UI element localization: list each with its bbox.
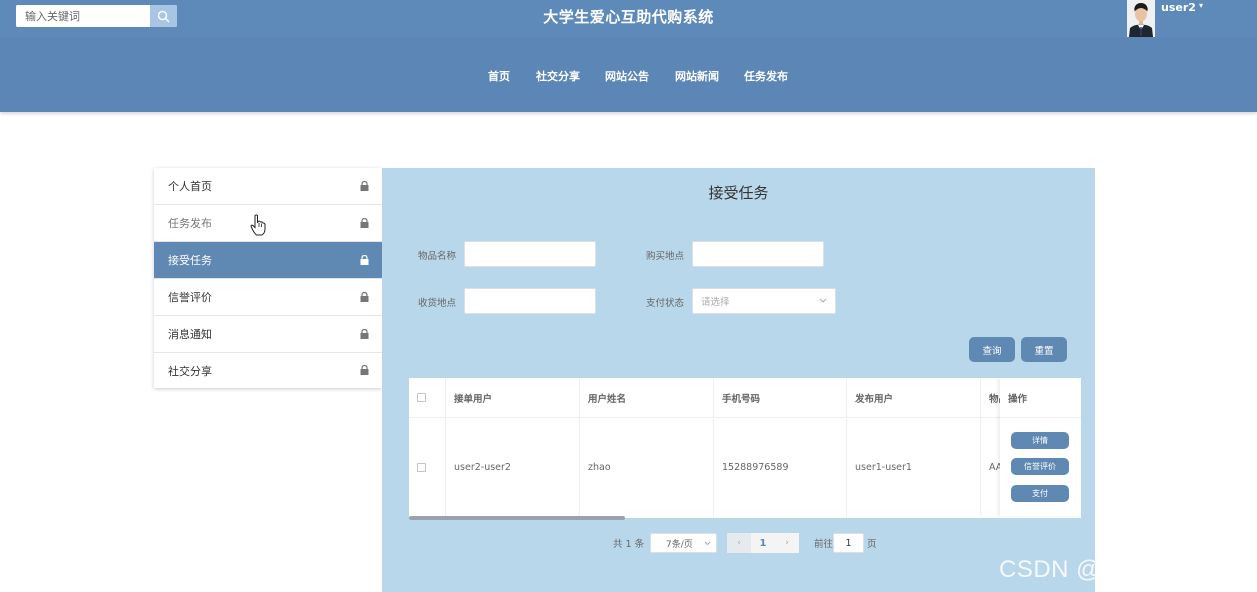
sidebar-item-label: 消息通知: [168, 328, 212, 341]
main-panel: 接受任务 物品名称 购买地点 收货地点 支付状态 请选择 查询 重置 接单用户 …: [382, 168, 1095, 592]
item-name-label: 物品名称: [418, 251, 457, 262]
reset-button[interactable]: 重置: [1021, 337, 1067, 362]
page-size-select[interactable]: 7条/页: [650, 533, 717, 553]
goto-label: 前往: [814, 539, 834, 550]
sidebar-item-label: 任务发布: [168, 217, 212, 230]
pay-status-label: 支付状态: [646, 298, 685, 309]
cell-publisher: user1-user1: [847, 419, 981, 516]
col-header-publisher[interactable]: 发布用户: [847, 378, 981, 418]
sidebar-item-label: 个人首页: [168, 180, 212, 193]
page-suffix: 页: [867, 539, 877, 550]
goto-page-input[interactable]: 1: [833, 533, 864, 553]
hand-cursor-icon: [250, 214, 266, 236]
pay-status-placeholder: 请选择: [701, 297, 730, 308]
sidebar-item-personal-home[interactable]: 个人首页: [154, 168, 382, 205]
actions-column: 操作 详情 信誉评价 支付: [1000, 378, 1081, 516]
cell-phone: 15288976589: [714, 419, 847, 516]
pay-status-select[interactable]: 请选择: [692, 288, 836, 314]
chevron-down-icon[interactable]: ▾: [1199, 1, 1203, 10]
pagination-total: 共 1 条: [613, 539, 645, 550]
chevron-down-icon: [704, 541, 711, 546]
lock-icon: [360, 218, 369, 228]
item-name-input[interactable]: [464, 241, 596, 267]
col-header-phone[interactable]: 手机号码: [714, 378, 847, 418]
sidebar-item-credit-review[interactable]: 信誉评价: [154, 279, 382, 316]
user-photo-icon: [1127, 0, 1155, 37]
main-nav: 首页 社交分享 网站公告 网站新闻 任务发布: [0, 68, 1257, 86]
cell-accept-user: user2-user2: [446, 419, 580, 516]
next-page-button[interactable]: ›: [775, 533, 799, 553]
page-size-value: 7条/页: [666, 539, 693, 550]
buy-location-label: 购买地点: [646, 251, 685, 262]
prev-page-button[interactable]: ‹: [727, 533, 751, 553]
nav-task-publish[interactable]: 任务发布: [744, 68, 788, 84]
receive-location-label: 收货地点: [418, 298, 457, 309]
sidebar-item-label: 接受任务: [168, 254, 212, 267]
lock-icon: [360, 329, 369, 339]
lock-icon: [360, 255, 369, 265]
sidebar-item-social-share[interactable]: 社交分享: [154, 352, 382, 389]
select-all-cell: [409, 378, 446, 418]
page-title: 接受任务: [708, 184, 769, 202]
horizontal-scrollbar[interactable]: [409, 516, 625, 520]
nav-social-share[interactable]: 社交分享: [536, 68, 580, 84]
col-header-actions: 操作: [1000, 378, 1081, 418]
col-header-name[interactable]: 用户姓名: [580, 378, 714, 418]
col-header-accept-user[interactable]: 接单用户: [446, 378, 580, 418]
sidebar-item-task-publish[interactable]: 任务发布: [154, 205, 382, 242]
chevron-down-icon: [819, 298, 827, 303]
nav-home[interactable]: 首页: [488, 68, 510, 84]
sidebar: 个人首页 任务发布 接受任务 信誉评价 消息通知 社交分享: [154, 168, 382, 388]
task-table: 接单用户 用户姓名 手机号码 发布用户 物品 user2-user2 zhao …: [409, 378, 1081, 518]
lock-icon: [360, 365, 369, 375]
pay-button[interactable]: 支付: [1011, 485, 1069, 502]
detail-button[interactable]: 详情: [1011, 432, 1069, 449]
row-checkbox[interactable]: [417, 463, 426, 472]
buy-location-input[interactable]: [692, 241, 824, 267]
select-all-checkbox[interactable]: [417, 393, 426, 402]
sidebar-item-label: 社交分享: [168, 364, 212, 378]
nav-news[interactable]: 网站新闻: [675, 68, 719, 84]
sidebar-item-messages[interactable]: 消息通知: [154, 316, 382, 353]
receive-location-input[interactable]: [464, 288, 596, 314]
site-title: 大学生爱心互助代购系统: [543, 8, 714, 26]
avatar[interactable]: [1127, 0, 1155, 37]
site-header: 大学生爱心互助代购系统 user2 ▾ 首页 社交分享 网站公告 网站新闻 任务…: [0, 0, 1257, 112]
sidebar-item-accept-task[interactable]: 接受任务: [154, 242, 382, 279]
page-number-current[interactable]: 1: [751, 533, 775, 553]
query-button[interactable]: 查询: [969, 337, 1015, 362]
sidebar-item-label: 信誉评价: [168, 291, 212, 304]
lock-icon: [360, 181, 369, 191]
nav-announcements[interactable]: 网站公告: [605, 68, 649, 84]
row-select-cell: [409, 419, 446, 516]
top-bar: 大学生爱心互助代购系统 user2 ▾: [0, 0, 1257, 37]
watermark: CSDN @vx_CXKF10088: [999, 556, 1257, 583]
cell-name: zhao: [580, 419, 714, 516]
credit-review-button[interactable]: 信誉评价: [1011, 458, 1069, 475]
lock-icon: [360, 292, 369, 302]
username[interactable]: user2: [1161, 1, 1196, 14]
